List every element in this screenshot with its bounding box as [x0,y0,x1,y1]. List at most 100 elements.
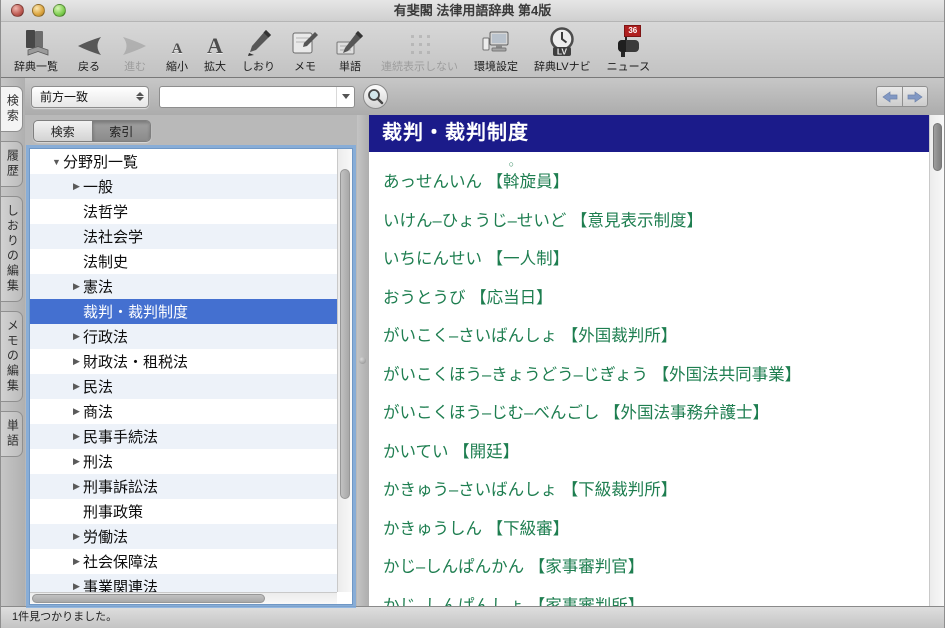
side-tab-単語[interactable]: 単語 [1,411,23,457]
toolbar-zoom-in-button[interactable]: A拡大 [199,27,231,74]
entry-headword-char: 判 [628,322,645,346]
tree-row-労働法[interactable]: ▶労働法 [30,524,337,549]
tree-row-財政法・租税法[interactable]: ▶財政法・租税法 [30,349,337,374]
disclosure-closed-icon[interactable]: ▶ [70,381,83,392]
tree-vertical-scrollbar-thumb[interactable] [340,169,350,499]
entry-item[interactable]: いけん–ひょうじ–せいど 【意見表示制度】 [383,200,929,239]
tree-row-刑事訴訟法[interactable]: ▶刑事訴訟法 [30,474,337,499]
entry-headword-char: 家 [545,592,562,606]
search-input[interactable] [160,87,336,107]
combo-dropdown-button[interactable] [336,87,354,107]
side-tab-メモの編集[interactable]: メモの編集 [1,311,23,402]
entry-headword-char: 制 [653,207,670,231]
tree-row-民法[interactable]: ▶民法 [30,374,337,399]
tree-row-法哲学[interactable]: 法哲学 [30,199,337,224]
tree-row-法社会学[interactable]: 法社会学 [30,224,337,249]
tree-row-刑事政策[interactable]: 刑事政策 [30,499,337,524]
tree-row-商法[interactable]: ▶商法 [30,399,337,424]
tree-row-label: 裁判・裁判制度 [83,301,188,322]
tree-row-label: 社会保障法 [83,551,158,572]
toolbar-item-label: 単語 [339,58,361,74]
toolbar-back-button[interactable]: 戻る [69,27,109,74]
disclosure-closed-icon[interactable]: ▶ [70,431,83,442]
entry-item[interactable]: かじ–しんぱんしょ 【家事審判所】 [383,585,929,607]
entry-item[interactable]: かきゅう–さいばんしょ 【下級裁判所】 [383,469,929,508]
tree-row-社会保障法[interactable]: ▶社会保障法 [30,549,337,574]
tree-row-行政法[interactable]: ▶行政法 [30,324,337,349]
segment-検索[interactable]: 検索 [34,121,92,141]
toolbar-bookmark-button[interactable]: しおり [237,27,280,74]
toolbar-memo-button[interactable]: メモ [286,27,324,74]
toolbar-news-button[interactable]: 36ニュース [602,27,655,74]
disclosure-closed-icon[interactable]: ▶ [70,481,83,492]
tree-row-label: 分野別一覧 [63,151,138,172]
toolbar-item-label: 環境設定 [474,58,518,74]
entry-item[interactable]: おうとうび 【応当日】 [383,277,929,316]
entry-headword-char: 事 [670,399,687,423]
tree-row-法制史[interactable]: 法制史 [30,249,337,274]
entry-reading: おうとうび 【 [383,284,487,308]
entry-headword-char: 所 [611,592,628,606]
entries-scrollbar-thumb[interactable] [933,123,942,171]
side-tab-履歴[interactable]: 履歴 [1,141,23,187]
disclosure-closed-icon[interactable]: ▶ [70,556,83,567]
disclosure-closed-icon[interactable]: ▶ [70,531,83,542]
entry-headword-char: 業 [768,361,785,385]
clock-lv-icon: LV [546,27,578,57]
entries-scrollbar[interactable] [929,115,944,606]
segment-索引[interactable]: 索引 [92,121,151,141]
entry-bracket-close: 】 [536,284,553,308]
toolbar-zoom-out-button[interactable]: A縮小 [161,27,193,74]
entry-headword-char: 日 [520,284,537,308]
toolbar-dictionary-lv-navi-button[interactable]: LV辞典LVナビ [529,27,596,74]
entry-item[interactable]: がいこく–さいばんしょ 【外国裁判所】 [383,315,929,354]
disclosure-closed-icon[interactable]: ▶ [70,456,83,467]
tree-row-憲法[interactable]: ▶憲法 [30,274,337,299]
disclosure-closed-icon[interactable]: ▶ [70,281,83,292]
toolbar-dictionary-list-button[interactable]: 辞典一覧 [9,27,63,74]
disclosure-closed-icon[interactable]: ▶ [70,356,83,367]
tree-row-刑法[interactable]: ▶刑法 [30,449,337,474]
tree-row-裁判・裁判制度[interactable]: 裁判・裁判制度 [30,299,337,324]
side-tab-しおりの編集[interactable]: しおりの編集 [1,196,23,302]
entry-headword-char: 級 [520,515,537,539]
traffic-lights [11,4,66,17]
entry-item[interactable]: いちにんせい 【一人制】 [383,238,929,277]
entry-headword-char: 外 [578,322,595,346]
entry-item[interactable]: かじ–しんぱんかん 【家事審判官】 [383,546,929,585]
tree-horizontal-scrollbar-thumb[interactable] [32,594,265,603]
toolbar-word-button[interactable]: 単語 [330,27,370,74]
tree-row-民事手続法[interactable]: ▶民事手続法 [30,424,337,449]
zoom-button[interactable] [53,4,66,17]
minimize-button[interactable] [32,4,45,17]
entry-item[interactable]: がいこくほう–じむ–べんごし 【外国法事務弁護士】 [383,392,929,431]
tree-row-一般[interactable]: ▶一般 [30,174,337,199]
entry-item[interactable]: かいてい 【開廷】 [383,431,929,470]
nav-forward-button[interactable] [902,86,928,107]
close-button[interactable] [11,4,24,17]
disclosure-closed-icon[interactable]: ▶ [70,331,83,342]
nav-back-button[interactable] [876,86,902,107]
search-button[interactable] [363,84,388,109]
tree-row-分野別一覧[interactable]: ▼分野別一覧 [30,149,337,174]
entry-item[interactable]: かきゅうしん 【下級審】 [383,508,929,547]
tree-row-label: 労働法 [83,526,128,547]
toolbar-preferences-button[interactable]: 環境設定 [469,27,523,74]
side-tab-検索[interactable]: 検索 [1,86,23,132]
entry-item[interactable]: あっせんいん 【斡○旋員】 [383,161,929,200]
title-bar: 有斐閣 法律用語辞典 第4版 [1,0,944,22]
category-tree-list: ▼分野別一覧▶一般法哲学法社会学法制史▶憲法裁判・裁判制度▶行政法▶財政法・租税… [30,149,352,604]
entry-bracket-close: 】 [661,476,678,500]
entry-headword-char: 事 [752,361,769,385]
entry-headword-char: 国 [637,399,654,423]
disclosure-closed-icon[interactable]: ▶ [70,181,83,192]
disclosure-closed-icon[interactable]: ▶ [70,406,83,417]
match-mode-select[interactable]: 前方一致 [31,86,149,108]
disclosure-closed-icon[interactable]: ▶ [70,581,83,592]
tree-horizontal-scrollbar[interactable] [30,592,337,604]
pane-splitter[interactable] [357,115,369,606]
tree-vertical-scrollbar[interactable] [337,149,352,592]
entry-item[interactable]: がいこくほう–きょうどう–じぎょう 【外国法共同事業】 [383,354,929,393]
entry-reading: かきゅうしん 【 [383,515,503,539]
disclosure-open-icon[interactable]: ▼ [50,157,63,167]
